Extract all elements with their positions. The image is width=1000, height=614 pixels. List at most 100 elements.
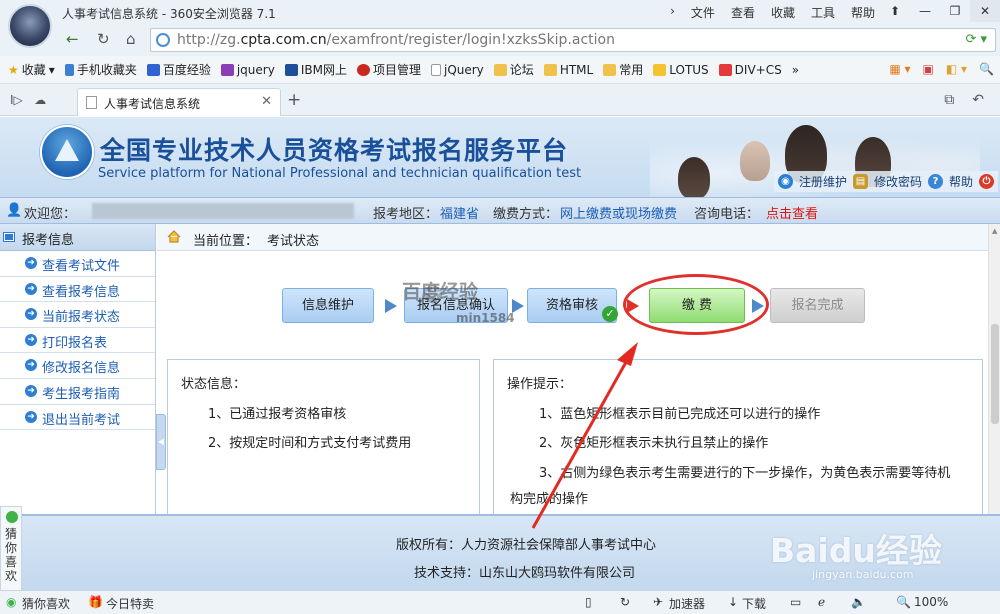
menu-favorites[interactable]: 收藏	[771, 4, 795, 21]
menu-help[interactable]: 帮助	[851, 4, 875, 21]
bookmark-favorites[interactable]: ★ 收藏 ▾	[8, 61, 55, 78]
grid-icon[interactable]: ▣	[923, 62, 934, 76]
bookmark-jquery-doc[interactable]: jQuery	[430, 63, 484, 77]
window-title: 人事考试信息系统 - 360安全浏览器 7.1	[62, 7, 276, 21]
phone-icon[interactable]: ▯	[585, 595, 592, 609]
guess-you-like-side[interactable]: 猜你喜欢	[0, 506, 22, 592]
bookmark-mobile[interactable]: 手机收藏夹	[64, 61, 137, 78]
tab-title: 人事考试信息系统	[104, 97, 201, 111]
step-info-maintain[interactable]: 信息维护	[282, 288, 374, 323]
menu-file[interactable]: 文件	[691, 4, 715, 21]
register-maintain-link[interactable]: 注册维护	[799, 173, 847, 190]
undo-icon[interactable]: ↶	[972, 92, 984, 108]
more-bookmarks-icon[interactable]: »	[792, 63, 799, 77]
bookmarks-bar: ★ 收藏 ▾ 手机收藏夹 百度经验 jquery IBM网上 项目管理 jQuer…	[0, 56, 1000, 84]
globe-icon: ◉	[777, 174, 793, 189]
close-icon[interactable]: ✕	[261, 94, 272, 109]
download[interactable]: 下载	[742, 595, 766, 612]
guess-you-like[interactable]: 猜你喜欢	[22, 595, 70, 612]
menu-tools[interactable]: 工具	[811, 4, 835, 21]
bookmark-common[interactable]: 常用	[603, 61, 643, 78]
tab-tools: ⧉ ↶	[944, 92, 984, 108]
accelerator[interactable]: 加速器	[669, 595, 705, 612]
bookmark-div-cs[interactable]: DIV+CS	[718, 63, 782, 77]
user-avatar[interactable]	[8, 4, 52, 48]
sidebar-item-edit-registration[interactable]: ➜ 修改报名信息	[0, 353, 155, 379]
sidebar: 报考信息 ➜ 查看考试文件 ➜ 查看报考信息 ➜ 当前报考状态 ➜ 打印报名表 ➜ 修改报…	[0, 224, 156, 514]
site-subtitle: Service platform for National Profession…	[98, 166, 582, 181]
url-text[interactable]: http://zg.cpta.com.cn/examfront/register…	[177, 32, 615, 48]
phone-icon	[64, 63, 74, 76]
watermark-text: 百度经验	[402, 281, 479, 303]
sidebar-toggle-icon[interactable]: I▷ ☁	[10, 93, 46, 107]
close-button[interactable]: ✕	[970, 0, 1000, 22]
menu-nav-arrow[interactable]: ›	[670, 4, 675, 21]
arrow-right-icon: ➜	[25, 384, 37, 397]
check-icon: ✓	[602, 306, 618, 322]
sidebar-item-exit-exam[interactable]: ➜ 退出当前考试	[0, 405, 155, 431]
ibm-icon	[284, 63, 298, 76]
search-icon[interactable]: 🔍	[979, 62, 994, 76]
bookmark-html[interactable]: HTML	[543, 63, 593, 77]
url-actions-icon[interactable]: ⟳ ▾	[965, 32, 987, 47]
power-icon[interactable]: ⏻	[979, 174, 994, 189]
sidebar-item-view-registration[interactable]: ➜ 查看报考信息	[0, 277, 155, 303]
sidebar-item-current-status[interactable]: ➜ 当前报考状态	[0, 302, 155, 328]
banner-person	[678, 157, 710, 197]
help-link[interactable]: 帮助	[949, 173, 973, 190]
new-tab-button[interactable]: +	[287, 90, 301, 110]
star-icon: ★	[8, 62, 19, 77]
change-password-link[interactable]: 修改密码	[874, 173, 922, 190]
sidebar-item-print-form[interactable]: ➜ 打印报名表	[0, 328, 155, 354]
browser-menu: › 文件 查看 收藏 工具 帮助	[670, 4, 875, 21]
region-label: 报考地区：	[373, 207, 439, 222]
arrow-right-icon: ➜	[25, 282, 37, 295]
zoom-level[interactable]: 100%	[914, 595, 948, 609]
bookmark-forum[interactable]: 论坛	[493, 61, 534, 78]
maximize-button[interactable]: ❐	[940, 0, 970, 22]
apps-icon[interactable]: ▦ ▾	[889, 62, 910, 76]
menu-view[interactable]: 查看	[731, 4, 755, 21]
green-dot-icon	[6, 511, 18, 523]
page-icon	[430, 63, 441, 76]
bookmark-ibm[interactable]: IBM网上	[284, 61, 347, 78]
scroll-up-icon[interactable]: ▲	[992, 227, 997, 235]
bookmark-project[interactable]: 项目管理	[356, 61, 421, 78]
banner-links: ◉ 注册维护 ▤ 修改密码 ? 帮助 ⏻	[773, 171, 998, 192]
refresh-icon[interactable]: ↻	[620, 595, 630, 609]
project-icon	[356, 63, 370, 76]
minimize-button[interactable]: —	[910, 0, 940, 22]
tab-exam-system[interactable]: 人事考试信息系统 ✕	[77, 88, 281, 116]
refresh-icon[interactable]: ↻	[97, 30, 110, 48]
ie-icon[interactable]: ℯ	[818, 595, 825, 609]
volume-icon[interactable]: 🔈	[851, 595, 866, 609]
back-icon[interactable]: ←	[66, 30, 79, 48]
sidebar-item-label: 退出当前考试	[42, 412, 121, 428]
sidebar-collapse-handle[interactable]: ◀	[156, 414, 166, 470]
user-icon: 👤	[6, 203, 23, 218]
today-deals[interactable]: 今日特卖	[106, 595, 154, 612]
page-scrollbar[interactable]: ▲	[988, 224, 1000, 514]
scroll-thumb[interactable]	[991, 324, 999, 424]
home-icon[interactable]: ⌂	[126, 30, 136, 48]
consult-link[interactable]: 点击查看	[766, 203, 818, 222]
copyright-text: 版权所有：人力资源社会保障部人事考试中心	[396, 538, 657, 553]
bookmark-jquery[interactable]: jquery	[220, 63, 275, 77]
sidebar-item-view-exam-docs[interactable]: ➜ 查看考试文件	[0, 251, 155, 277]
sidebar-item-label: 查看考试文件	[42, 259, 121, 274]
extension-icon[interactable]: ◧ ▾	[946, 62, 967, 76]
pay-label: 缴费方式：	[493, 207, 559, 222]
sidebar-item-label: 修改报名信息	[42, 361, 121, 377]
baidu-watermark-url: jingyan.baidu.com	[812, 568, 914, 581]
screen-icon[interactable]: ▭	[790, 595, 801, 609]
sidebar-item-guide[interactable]: ➜ 考生报考指南	[0, 379, 155, 405]
bookmark-baidu-jingyan[interactable]: 百度经验	[146, 61, 211, 78]
help-icon: ?	[927, 174, 943, 189]
step-arrow	[385, 299, 397, 313]
bookmark-lotus[interactable]: LOTUS	[653, 63, 709, 77]
operation-tips-panel: 操作提示： 1、蓝色矩形框表示目前已完成还可以进行的操作 2、灰色矩形框表示未执…	[493, 359, 983, 514]
shirt-icon[interactable]: ⬆	[880, 0, 910, 22]
restore-tabs-icon[interactable]: ⧉	[944, 92, 954, 108]
url-input[interactable]: http://zg.cpta.com.cn/examfront/register…	[150, 28, 996, 52]
tech-support-text: 技术支持：山东山大鸥玛软件有限公司	[414, 566, 636, 581]
